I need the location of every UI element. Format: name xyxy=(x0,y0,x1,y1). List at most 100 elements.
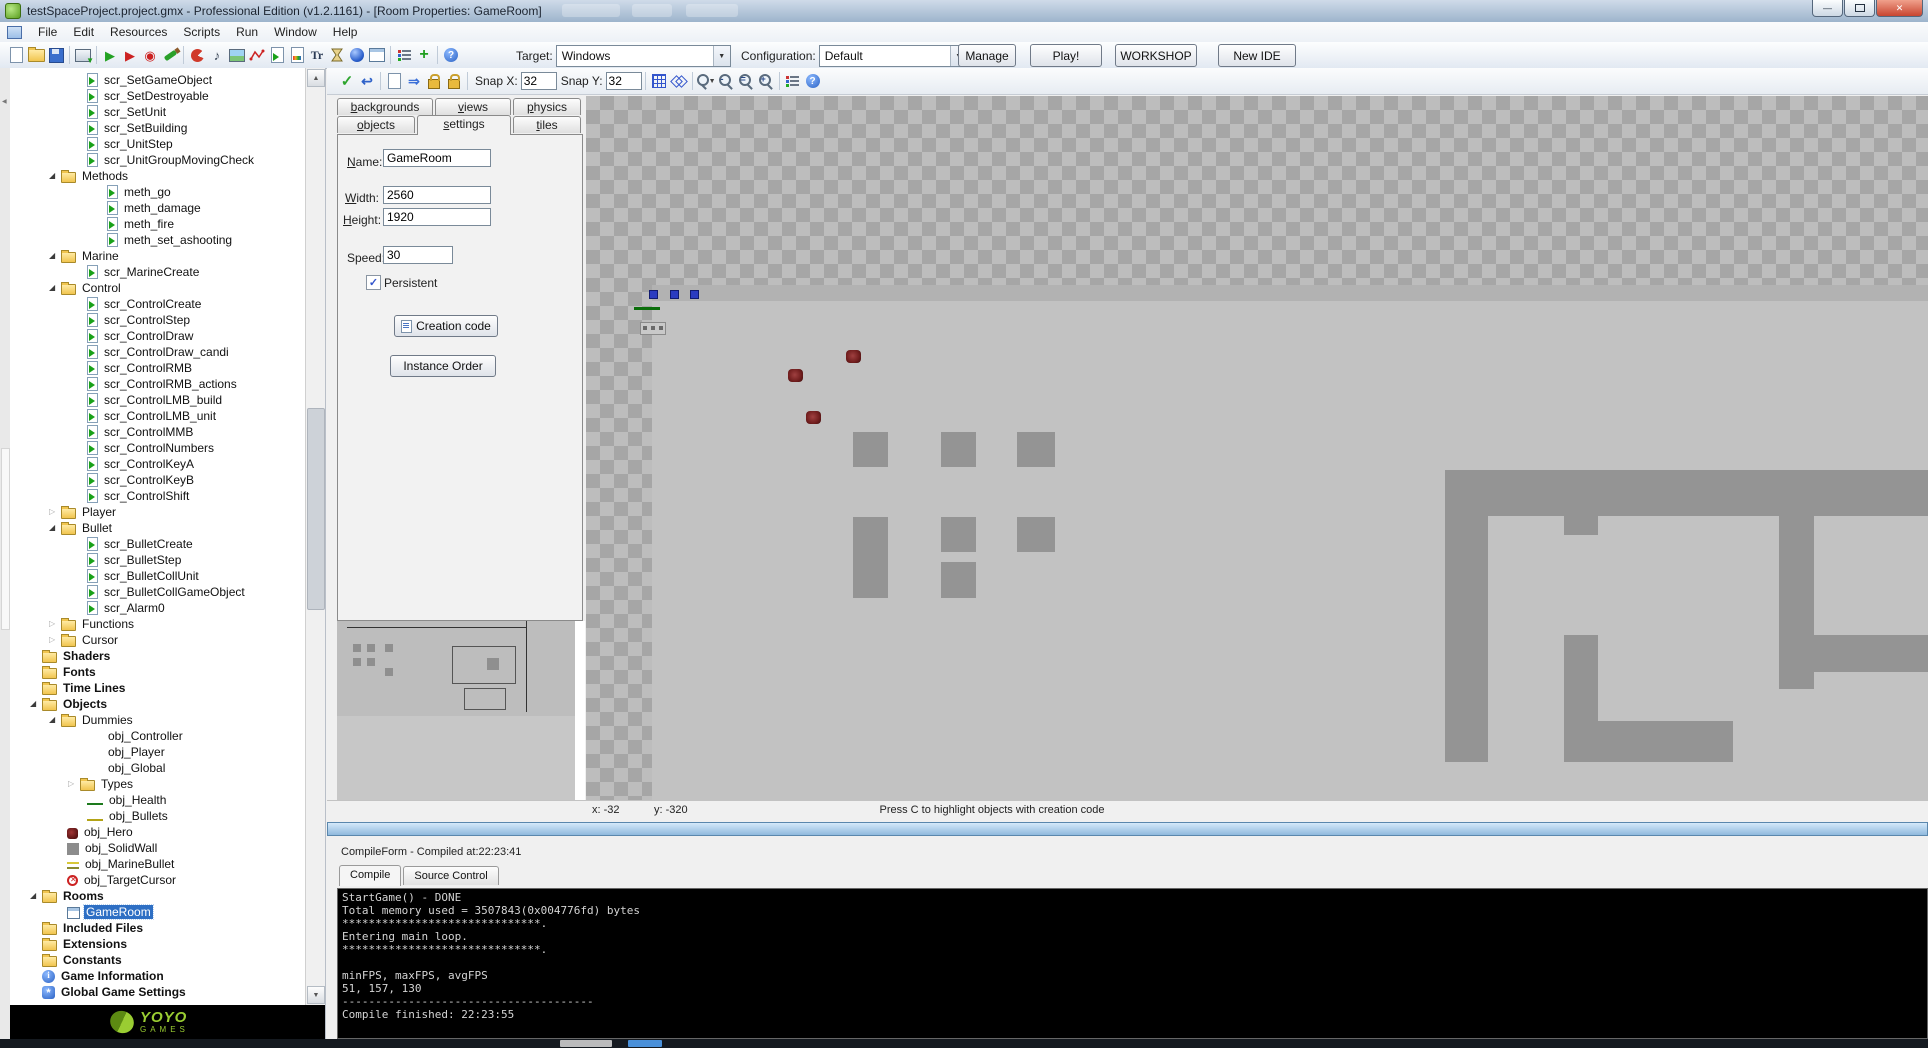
room-speed-input[interactable] xyxy=(383,246,453,264)
create-path-icon[interactable] xyxy=(247,45,267,65)
tree-item-rooms[interactable]: ◢Rooms xyxy=(10,888,305,904)
compile-tab-compile[interactable]: Compile xyxy=(339,865,401,886)
manage-button[interactable]: Manage xyxy=(958,44,1016,67)
windows-taskbar[interactable] xyxy=(0,1039,1928,1048)
tab-backgrounds[interactable]: backgrounds xyxy=(337,98,433,115)
tree-item-extensions[interactable]: Extensions xyxy=(10,936,305,952)
room-area[interactable] xyxy=(652,285,1928,800)
menu-run[interactable]: Run xyxy=(228,25,266,39)
tree-item-obj-solidwall[interactable]: obj_SolidWall xyxy=(10,840,305,856)
new-project-icon[interactable] xyxy=(6,45,26,65)
instance-health-line[interactable] xyxy=(634,307,660,310)
expander-closed-icon[interactable]: ▷ xyxy=(49,632,61,648)
tree-item-scr-controllmb-build[interactable]: scr_ControlLMB_build xyxy=(10,392,305,408)
splitter-bar[interactable] xyxy=(327,822,1928,836)
instance-blue-square[interactable] xyxy=(670,290,679,299)
instance-order-icon[interactable] xyxy=(783,71,803,91)
expander-open-icon[interactable]: ◢ xyxy=(30,696,42,712)
menu-window[interactable]: Window xyxy=(266,25,325,39)
wall-block[interactable] xyxy=(1598,721,1733,762)
tree-item-scr-controlkeya[interactable]: scr_ControlKeyA xyxy=(10,456,305,472)
tree-item-scr-bulletcollunit[interactable]: scr_BulletCollUnit xyxy=(10,568,305,584)
tree-item-game-information[interactable]: Game Information xyxy=(10,968,305,984)
tree-item-objects[interactable]: ◢Objects xyxy=(10,696,305,712)
create-font-icon[interactable]: Tr xyxy=(307,45,327,65)
wall-block[interactable] xyxy=(1779,470,1814,689)
tree-item-meth-damage[interactable]: meth_damage xyxy=(10,200,305,216)
instance-marine[interactable] xyxy=(846,350,861,363)
expander-closed-icon[interactable]: ▷ xyxy=(49,504,61,520)
tree-item-functions[interactable]: ▷Functions xyxy=(10,616,305,632)
room-height-input[interactable] xyxy=(383,208,491,226)
clean-cache-icon[interactable] xyxy=(160,45,180,65)
tree-item-obj-targetcursor[interactable]: obj_TargetCursor xyxy=(10,872,305,888)
room-help-icon[interactable]: ? xyxy=(803,71,823,91)
tree-item-scr-bulletcreate[interactable]: scr_BulletCreate xyxy=(10,536,305,552)
instance-order-button[interactable]: Instance Order xyxy=(390,355,496,377)
room-name-input[interactable] xyxy=(383,149,491,167)
tree-item-scr-controllmb-unit[interactable]: scr_ControlLMB_unit xyxy=(10,408,305,424)
tree-item-player[interactable]: ▷Player xyxy=(10,504,305,520)
tree-item-scr-setdestroyable[interactable]: scr_SetDestroyable xyxy=(10,88,305,104)
tree-item-scr-unitgroupmovingcheck[interactable]: scr_UnitGroupMovingCheck xyxy=(10,152,305,168)
create-sound-icon[interactable]: ♪ xyxy=(207,45,227,65)
create-background-icon[interactable] xyxy=(227,45,247,65)
tree-item-scr-controlcreate[interactable]: scr_ControlCreate xyxy=(10,296,305,312)
zoom-menu-icon[interactable]: ▼ xyxy=(696,71,716,91)
wall-block[interactable] xyxy=(941,562,976,598)
wall-block[interactable] xyxy=(1445,470,1488,762)
zoom-in-icon[interactable]: + xyxy=(756,71,776,91)
wall-block[interactable] xyxy=(1814,635,1928,672)
tree-item-scr-controldraw[interactable]: scr_ControlDraw xyxy=(10,328,305,344)
wall-block[interactable] xyxy=(853,517,888,598)
grid-toggle-icon[interactable] xyxy=(649,71,669,91)
tree-item-types[interactable]: ▷Types xyxy=(10,776,305,792)
tree-item-scr-bulletstep[interactable]: scr_BulletStep xyxy=(10,552,305,568)
tree-item-marine[interactable]: ◢Marine xyxy=(10,248,305,264)
instance-small-sprite[interactable] xyxy=(640,322,666,335)
snap-x-input[interactable] xyxy=(521,72,557,90)
tree-item-scr-unitstep[interactable]: scr_UnitStep xyxy=(10,136,305,152)
configuration-dropdown[interactable]: Default ▼ xyxy=(819,45,968,67)
resource-list-icon[interactable] xyxy=(394,45,414,65)
tree-item-methods[interactable]: ◢Methods xyxy=(10,168,305,184)
tree-item-obj-health[interactable]: obj_Health xyxy=(10,792,305,808)
scroll-down-icon[interactable]: ▼ xyxy=(307,986,325,1004)
compile-tab-source-control[interactable]: Source Control xyxy=(403,866,498,885)
tree-item-dummies[interactable]: ◢Dummies xyxy=(10,712,305,728)
persistent-checkbox[interactable]: ✓ xyxy=(366,275,381,290)
expander-open-icon[interactable]: ◢ xyxy=(49,248,61,264)
tree-scrollbar[interactable]: ▲ ▼ xyxy=(305,68,325,1005)
run-debug-icon[interactable]: ▶ xyxy=(120,45,140,65)
wall-block[interactable] xyxy=(941,517,976,552)
expander-open-icon[interactable]: ◢ xyxy=(49,520,61,536)
wall-block[interactable] xyxy=(1564,516,1598,535)
create-executable-icon[interactable]: ▼ xyxy=(73,45,93,65)
instance-marine[interactable] xyxy=(788,369,803,382)
tree-item-time-lines[interactable]: Time Lines xyxy=(10,680,305,696)
scrollbar-thumb[interactable] xyxy=(307,408,325,610)
tree-item-fonts[interactable]: Fonts xyxy=(10,664,305,680)
tab-settings[interactable]: settings xyxy=(417,115,511,135)
add-resource-icon[interactable]: + xyxy=(414,45,434,65)
tree-item-scr-setgameobject[interactable]: scr_SetGameObject xyxy=(10,72,305,88)
tree-item-global-game-settings[interactable]: Global Game Settings xyxy=(10,984,305,1000)
menu-scripts[interactable]: Scripts xyxy=(175,25,228,39)
tree-item-scr-setunit[interactable]: scr_SetUnit xyxy=(10,104,305,120)
tree-item-scr-controlstep[interactable]: scr_ControlStep xyxy=(10,312,305,328)
snap-y-input[interactable] xyxy=(606,72,642,90)
create-script-icon[interactable] xyxy=(267,45,287,65)
maximize-button[interactable] xyxy=(1844,0,1875,17)
instance-blue-square[interactable] xyxy=(690,290,699,299)
tree-item-obj-controller[interactable]: obj_Controller xyxy=(10,728,305,744)
tree-item-meth-set-ashooting[interactable]: meth_set_ashooting xyxy=(10,232,305,248)
tab-objects[interactable]: objects xyxy=(337,116,415,133)
tree-item-obj-marinebullet[interactable]: obj_MarineBullet xyxy=(10,856,305,872)
wall-block[interactable] xyxy=(853,432,888,467)
tree-item-scr-controlkeyb[interactable]: scr_ControlKeyB xyxy=(10,472,305,488)
create-timeline-icon[interactable] xyxy=(327,45,347,65)
tree-item-obj-bullets[interactable]: obj_Bullets xyxy=(10,808,305,824)
unlock-instances-icon[interactable] xyxy=(444,71,464,91)
create-sprite-icon[interactable] xyxy=(187,45,207,65)
run-game-icon[interactable]: ▶ xyxy=(100,45,120,65)
